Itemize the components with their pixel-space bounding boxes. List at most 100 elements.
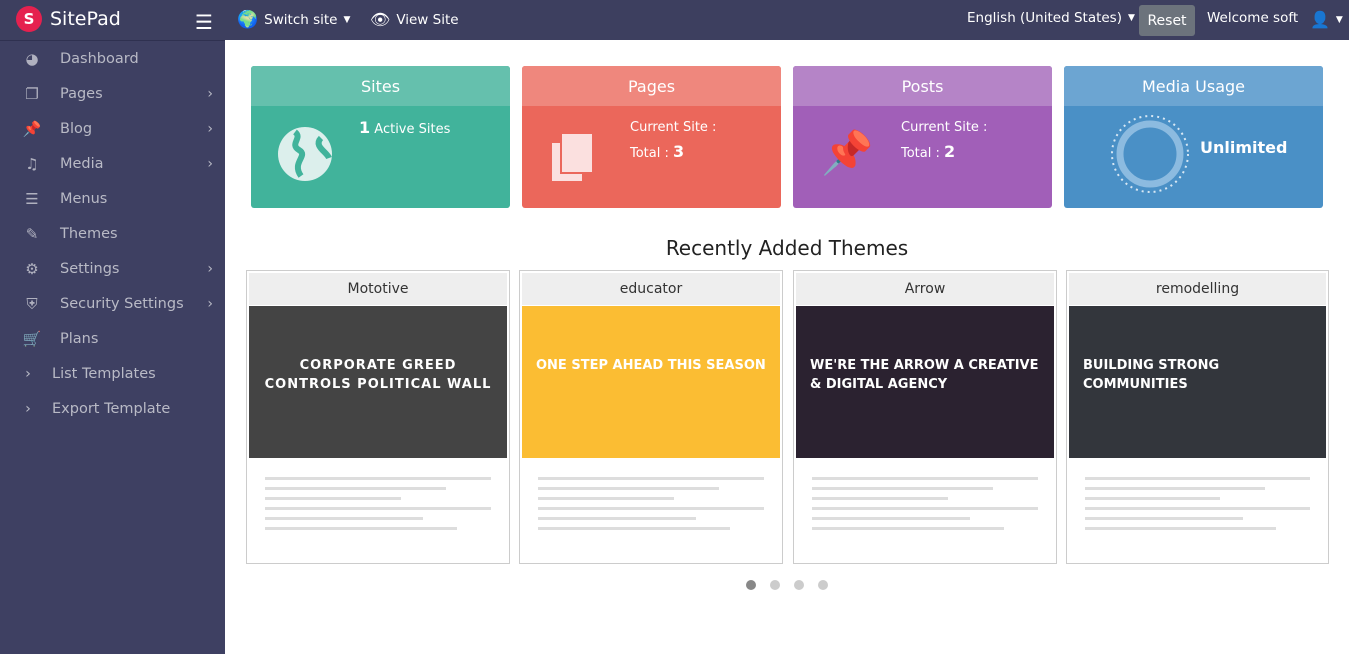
pages-card[interactable]: Pages Current Site : Total : 3	[522, 66, 781, 208]
switch-site-label: Switch site	[264, 12, 338, 28]
sidebar-item-list-templates[interactable]: › List Templates	[0, 356, 225, 391]
sidebar-item-plans[interactable]: 🛒 Plans	[0, 321, 225, 356]
theme-name: educator	[522, 273, 780, 305]
user-menu[interactable]: 👤 ▼	[1310, 10, 1343, 29]
caret-down-icon: ▼	[1128, 13, 1135, 23]
sidebar-item-media[interactable]: ♫ Media ›	[0, 146, 225, 181]
section-title: Recently Added Themes	[665, 236, 909, 260]
pages-icon	[552, 133, 594, 181]
sidebar-item-label: List Templates	[52, 365, 156, 382]
chevron-right-icon: ›	[207, 120, 213, 137]
pin-icon: 📌	[22, 119, 42, 138]
language-dropdown[interactable]: English (United States) ▼	[967, 10, 1135, 26]
sidebar-item-dashboard[interactable]: ◕ Dashboard	[0, 41, 225, 76]
sidebar-item-pages[interactable]: ❐ Pages ›	[0, 76, 225, 111]
view-site-label: View Site	[396, 11, 459, 28]
hamburger-menu-icon[interactable]: ☰	[195, 10, 213, 34]
theme-card[interactable]: remodelling BUILDING STRONG COMMUNITIES	[1066, 270, 1329, 564]
theme-card[interactable]: educator ONE STEP AHEAD THIS SEASON	[519, 270, 783, 564]
view-site-link[interactable]: 👁 View Site	[370, 10, 459, 29]
eye-icon: 👁	[370, 10, 391, 29]
chevron-right-icon: ›	[207, 85, 213, 102]
theme-name: Arrow	[796, 273, 1054, 305]
sidebar-item-label: Security Settings	[60, 295, 184, 312]
sidebar-item-label: Pages	[60, 85, 103, 102]
slider-dot[interactable]	[818, 580, 828, 590]
sidebar-item-settings[interactable]: ⚙ Settings ›	[0, 251, 225, 286]
theme-card[interactable]: Arrow WE'RE THE ARROW A CREATIVE & DIGIT…	[793, 270, 1057, 564]
posts-card[interactable]: Posts 📌 Current Site : Total : 2	[793, 66, 1052, 208]
sidebar-item-label: Plans	[60, 330, 99, 347]
theme-preview[interactable]: WE'RE THE ARROW A CREATIVE & DIGITAL AGE…	[796, 306, 1054, 563]
sites-card[interactable]: Sites 1 Active Sites	[251, 66, 510, 208]
total-label: Total :	[630, 146, 669, 161]
dashboard-icon: ◕	[25, 49, 39, 68]
slider-dot[interactable]	[770, 580, 780, 590]
pages-total: 3	[673, 142, 685, 161]
welcome-text: Welcome soft	[1207, 10, 1299, 26]
active-sites-label: Active Sites	[374, 122, 451, 137]
reset-button[interactable]: Reset	[1139, 5, 1195, 36]
caret-down-icon: ▼	[1335, 14, 1343, 25]
slider-pagination	[746, 580, 828, 590]
logo[interactable]: S SitePad	[16, 6, 121, 32]
pages-icon: ❐	[25, 84, 39, 103]
theme-headline: WE'RE THE ARROW A CREATIVE & DIGITAL AGE…	[810, 358, 1039, 392]
sidebar-item-security-settings[interactable]: ⛨ Security Settings ›	[0, 286, 225, 321]
app-name: SitePad	[50, 8, 121, 30]
media-icon: ♫	[25, 154, 39, 173]
media-usage-card[interactable]: Media Usage Unlimited	[1064, 66, 1323, 208]
sidebar-item-label: Dashboard	[60, 50, 139, 67]
chevron-right-icon: ›	[207, 155, 213, 172]
user-icon: 👤	[1310, 10, 1330, 29]
shield-icon: ⛨	[26, 294, 38, 313]
usage-gauge-icon	[1111, 115, 1189, 193]
menu-list-icon: ☰	[25, 189, 39, 208]
sidebar-item-label: Export Template	[52, 400, 171, 417]
theme-preview[interactable]: ONE STEP AHEAD THIS SEASON	[522, 306, 780, 563]
sidebar: ◕ Dashboard ❐ Pages › 📌 Blog › ♫ Media › ☰ Menus ✎ The…	[0, 40, 225, 654]
card-title: Media Usage	[1064, 66, 1323, 106]
theme-headline: BUILDING STRONG COMMUNITIES	[1083, 358, 1220, 392]
language-label: English (United States)	[967, 10, 1122, 26]
total-label: Total :	[901, 146, 940, 161]
chevron-right-icon: ›	[25, 365, 31, 382]
sidebar-item-label: Menus	[60, 190, 108, 207]
sidebar-item-menus[interactable]: ☰ Menus	[0, 181, 225, 216]
switch-site-dropdown[interactable]: 🌍 Switch site ▼	[237, 10, 350, 30]
caret-down-icon: ▼	[343, 15, 351, 25]
sidebar-item-themes[interactable]: ✎ Themes	[0, 216, 225, 251]
theme-preview[interactable]: BUILDING STRONG COMMUNITIES	[1069, 306, 1326, 563]
theme-name: remodelling	[1069, 273, 1326, 305]
cart-icon: 🛒	[22, 329, 42, 348]
chevron-right-icon: ›	[25, 400, 31, 417]
sidebar-item-blog[interactable]: 📌 Blog ›	[0, 111, 225, 146]
media-usage-value: Unlimited	[1200, 138, 1288, 157]
card-title: Pages	[522, 66, 781, 106]
sitepad-logo-icon: S	[16, 6, 42, 32]
sidebar-item-label: Media	[60, 155, 104, 172]
sidebar-item-export-template[interactable]: › Export Template	[0, 391, 225, 426]
sidebar-item-label: Themes	[60, 225, 118, 242]
settings-icon: ⚙	[25, 259, 39, 278]
globe-icon: 🌍	[237, 10, 259, 30]
globe-icon	[278, 127, 332, 181]
chevron-right-icon: ›	[207, 295, 213, 312]
current-site-label: Current Site :	[901, 120, 988, 135]
brush-icon: ✎	[25, 224, 39, 243]
slider-dot[interactable]	[746, 580, 756, 590]
theme-name: Mototive	[249, 273, 507, 305]
posts-total: 2	[944, 142, 956, 161]
slider-dot[interactable]	[794, 580, 804, 590]
sidebar-item-label: Blog	[60, 120, 93, 137]
theme-preview[interactable]: CORPORATE GREED CONTROLS POLITICAL WALL	[249, 306, 507, 563]
active-sites-count: 1	[359, 118, 371, 137]
theme-headline: ONE STEP AHEAD THIS SEASON	[536, 358, 766, 373]
current-site-label: Current Site :	[630, 120, 717, 135]
theme-card[interactable]: Mototive CORPORATE GREED CONTROLS POLITI…	[246, 270, 510, 564]
pushpin-icon: 📌	[821, 128, 874, 177]
chevron-right-icon: ›	[207, 260, 213, 277]
theme-headline: CORPORATE GREED CONTROLS POLITICAL WALL	[264, 358, 492, 392]
card-title: Posts	[793, 66, 1052, 106]
card-title: Sites	[251, 66, 510, 106]
